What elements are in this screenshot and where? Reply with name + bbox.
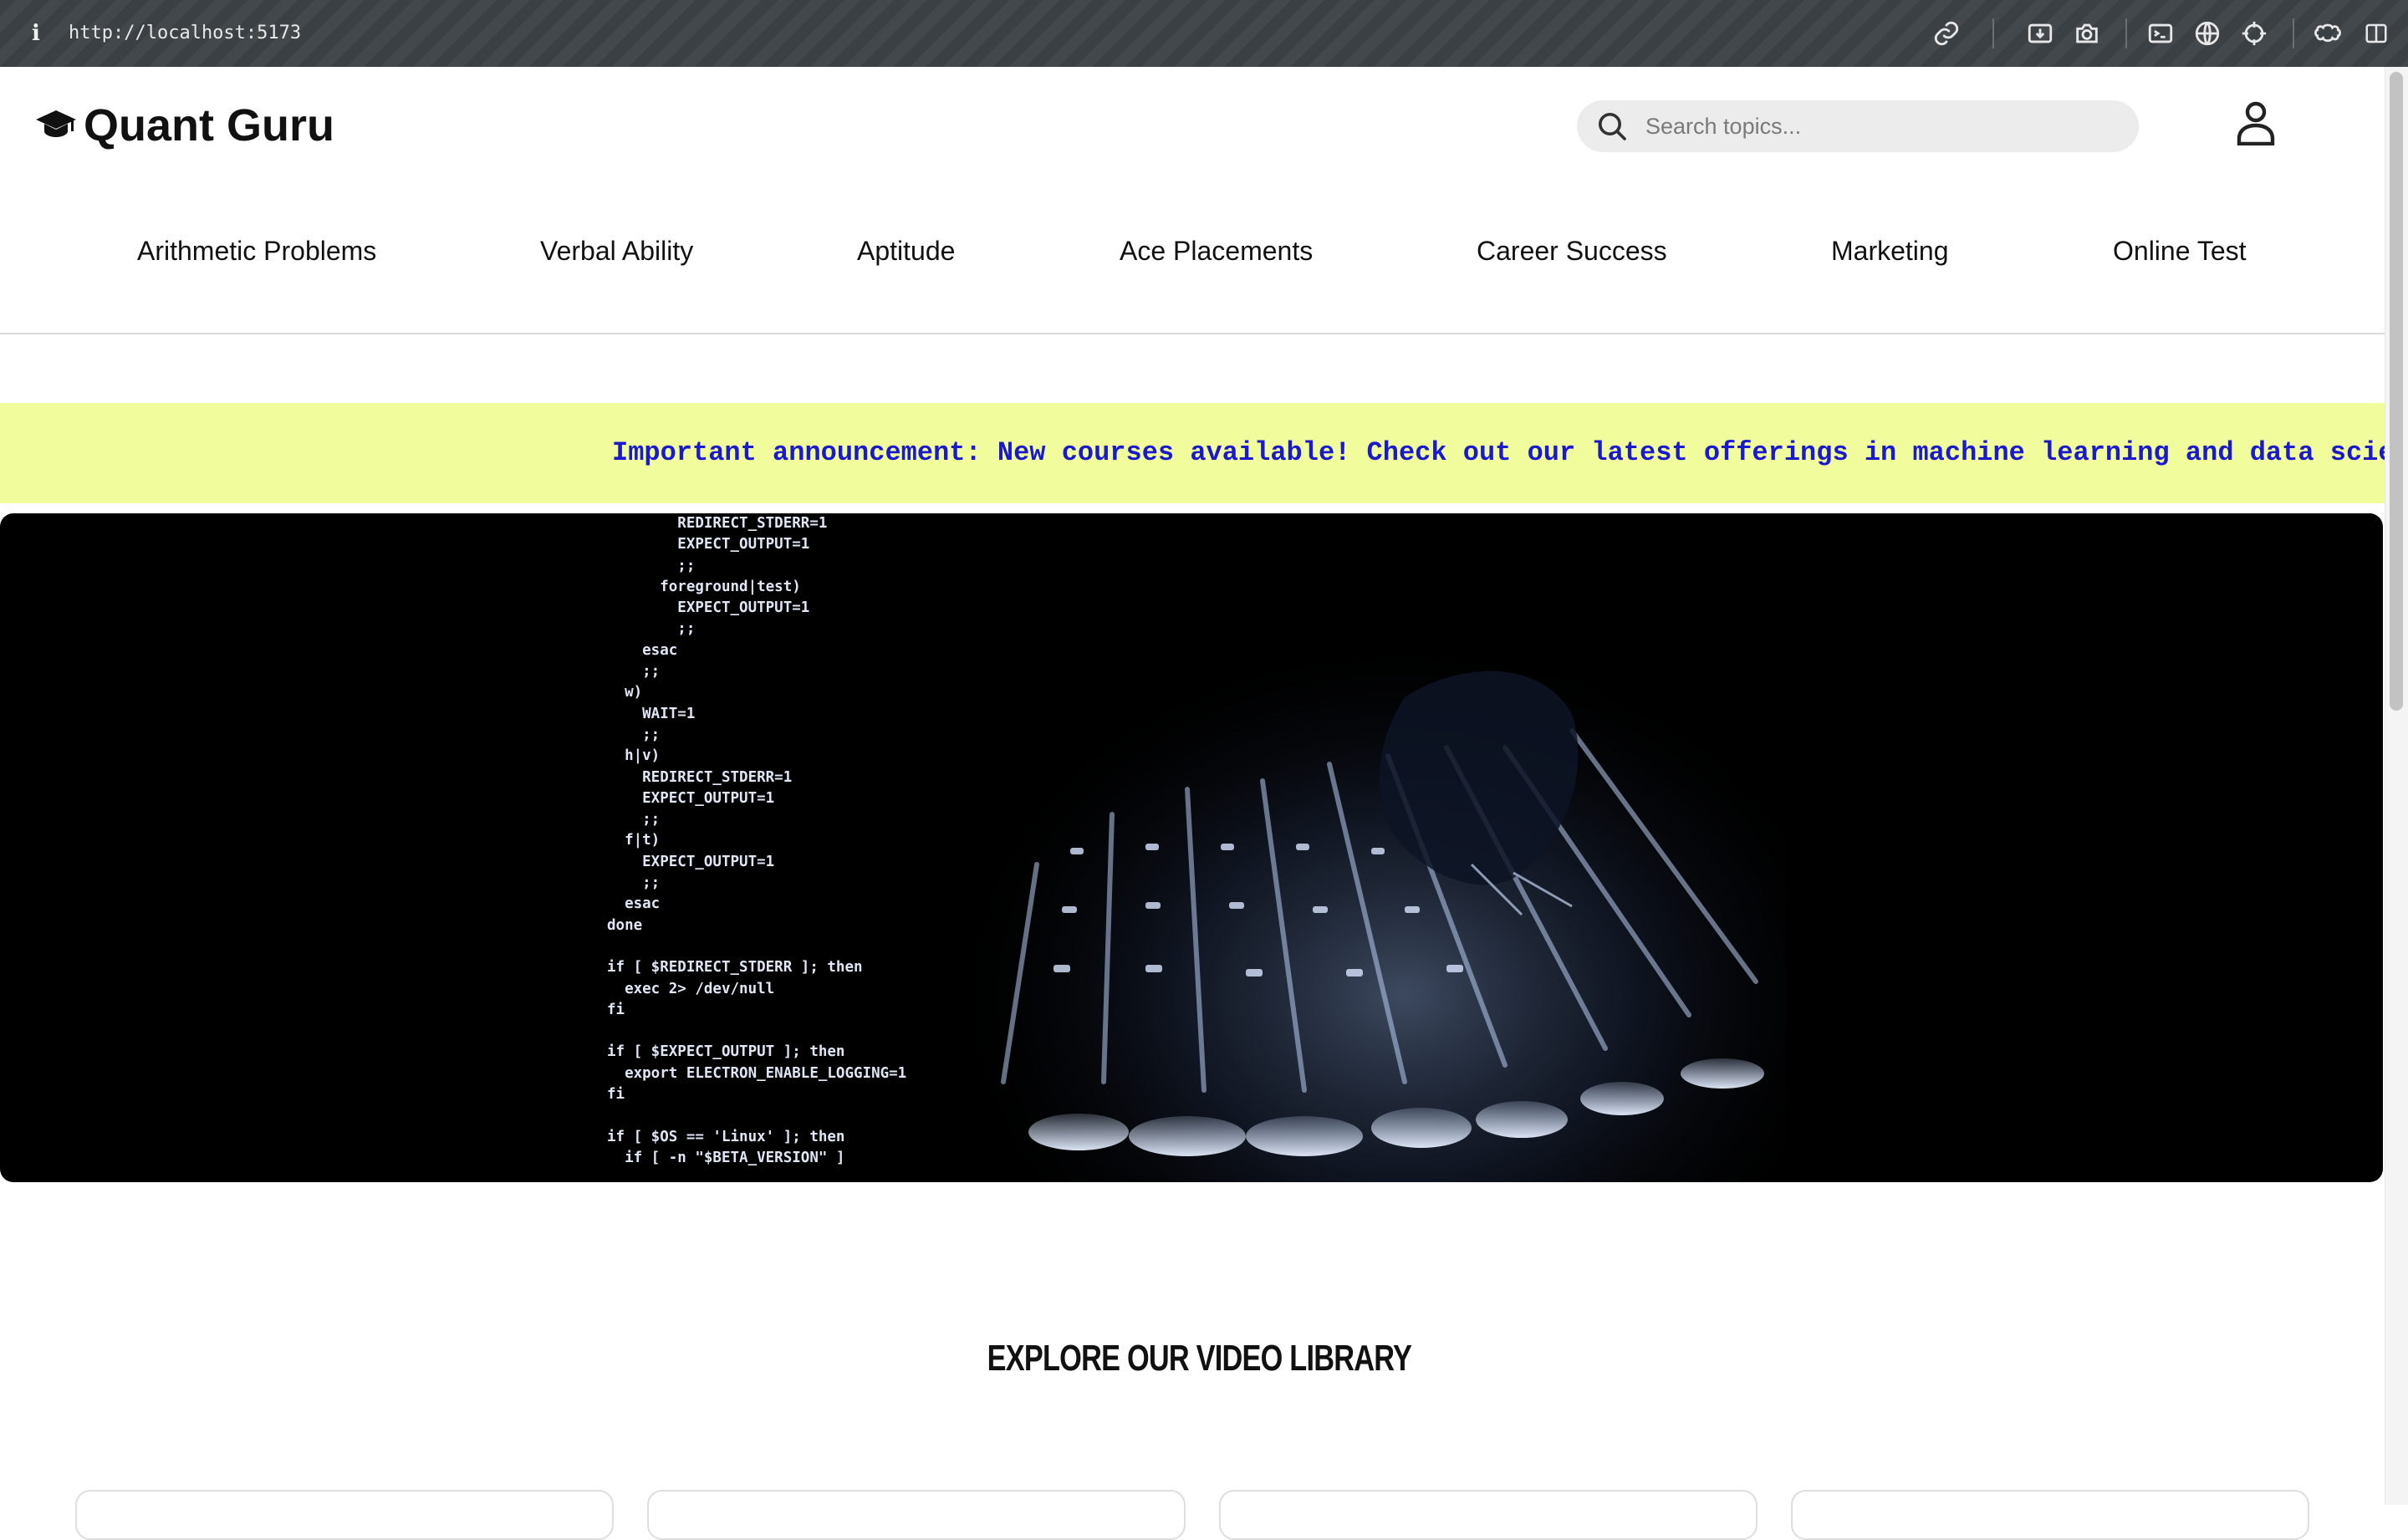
sidebar-icon[interactable] — [2360, 17, 2393, 50]
code-line: REDIRECT_STDERR=1 — [607, 515, 828, 532]
download-icon[interactable] — [2023, 17, 2057, 50]
video-card[interactable] — [647, 1490, 1186, 1540]
code-line: REDIRECT_STDERR=1 — [607, 768, 793, 786]
toolbar-separator — [2293, 18, 2294, 48]
code-line: WAIT=1 — [607, 705, 696, 722]
code-line: EXPECT_OUTPUT=1 — [607, 789, 775, 807]
camera-icon[interactable] — [2070, 17, 2104, 50]
code-line: foreground|test) — [607, 578, 801, 595]
code-line: ;; — [607, 663, 661, 681]
browser-toolbar: i http://localhost:5173 — [0, 0, 2408, 67]
graduation-cap-icon — [35, 107, 77, 145]
code-line: fi — [607, 1086, 625, 1104]
code-line: if [ $REDIRECT_STDERR ]; then — [607, 959, 863, 977]
crosshair-icon[interactable] — [2237, 17, 2271, 50]
code-line: ;; — [607, 875, 661, 892]
code-line: ;; — [607, 620, 696, 638]
main-nav: Arithmetic Problems Verbal Ability Aptit… — [0, 219, 2385, 283]
code-line: if [ -n "$BETA_VERSION" ] — [607, 1149, 845, 1166]
code-line: esac — [607, 641, 678, 659]
terminal-icon[interactable] — [2144, 17, 2177, 50]
section-title: EXPLORE OUR VIDEO LIBRARY — [987, 1338, 1412, 1379]
toolbar-separator — [1992, 18, 1994, 48]
site-logo[interactable]: Quant Guru — [35, 99, 334, 152]
announcement-banner: Important announcement: New courses avai… — [0, 403, 2385, 503]
nav-item-aptitude[interactable]: Aptitude — [857, 219, 955, 283]
nav-item-ace-placements[interactable]: Ace Placements — [1120, 219, 1313, 283]
announcement-text: Important announcement: New courses avai… — [612, 437, 2385, 468]
code-line: EXPECT_OUTPUT=1 — [607, 853, 775, 870]
code-line: ;; — [607, 557, 696, 574]
link-icon[interactable] — [1930, 17, 1963, 50]
keyboard-illustration — [936, 513, 1786, 1182]
site-info-icon[interactable]: i — [27, 17, 45, 50]
code-line: if [ $EXPECT_OUTPUT ]; then — [607, 1043, 845, 1061]
hero-video[interactable]: REDIRECT_STDERR=1 EXPECT_OUTPUT=1 ;; for… — [0, 513, 2383, 1182]
nav-item-career-success[interactable]: Career Success — [1477, 219, 1667, 283]
nav-item-marketing[interactable]: Marketing — [1831, 219, 1949, 283]
extensions-icon[interactable] — [2311, 17, 2344, 50]
toolbar-separator — [2125, 18, 2127, 48]
search-input[interactable] — [1644, 100, 2120, 152]
code-line: fi — [607, 1001, 625, 1018]
code-line: done — [607, 916, 643, 934]
video-card[interactable] — [75, 1490, 614, 1540]
nav-item-arithmetic-problems[interactable]: Arithmetic Problems — [137, 219, 376, 283]
nav-item-verbal-ability[interactable]: Verbal Ability — [540, 219, 693, 283]
user-icon[interactable] — [2236, 99, 2276, 146]
code-line: esac — [607, 895, 661, 913]
search-bar[interactable] — [1577, 100, 2139, 152]
code-line: export ELECTRON_ENABLE_LOGGING=1 — [607, 1064, 907, 1082]
search-icon — [1595, 110, 1629, 143]
code-line: ;; — [607, 811, 661, 829]
code-line: w) — [607, 684, 643, 701]
code-line: ;; — [607, 726, 661, 743]
logo-text: Quant Guru — [84, 100, 334, 150]
code-line: if [ $OS == 'Linux' ]; then — [607, 1128, 845, 1145]
address-bar[interactable]: http://localhost:5173 — [69, 18, 301, 48]
hero-code-overlay: REDIRECT_STDERR=1 EXPECT_OUTPUT=1 ;; for… — [607, 513, 958, 1182]
code-line: exec 2> /dev/null — [607, 980, 775, 997]
code-line: f|t) — [607, 832, 661, 849]
scrollbar-thumb[interactable] — [2390, 72, 2403, 711]
code-line: h|v) — [607, 747, 661, 765]
video-card[interactable] — [1791, 1490, 2309, 1540]
nav-item-online-test[interactable]: Online Test — [2113, 219, 2247, 283]
globe-icon[interactable] — [2191, 17, 2224, 50]
video-card[interactable] — [1219, 1490, 1758, 1540]
nav-divider — [0, 333, 2385, 334]
code-line: EXPECT_OUTPUT=1 — [607, 599, 810, 617]
code-line: EXPECT_OUTPUT=1 — [607, 536, 810, 553]
